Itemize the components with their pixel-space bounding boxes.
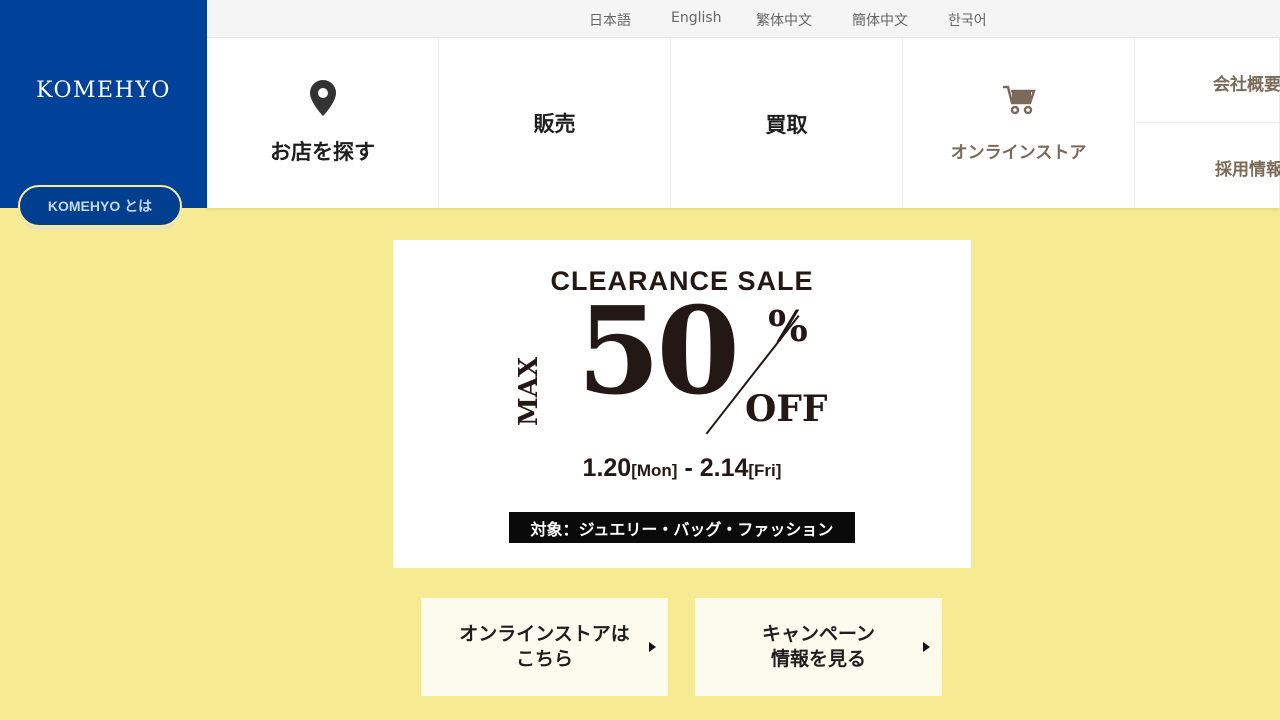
nav-sell-label: 販売 [533, 112, 576, 136]
lang-english[interactable]: English [671, 10, 722, 26]
nav-buy[interactable]: 買取 [671, 38, 903, 208]
cart-icon [1003, 85, 1036, 115]
banner-max-label: MAX [514, 356, 544, 426]
nav-recruit-label: 採用情報 [1215, 160, 1280, 180]
nav-find-store[interactable]: お店を探す [207, 38, 439, 208]
banner-target-label: 対象：ジュエリー・バッグ・ファッション [509, 512, 855, 543]
map-pin-icon [310, 80, 336, 116]
online-store-cta-button[interactable]: オンラインストアは こちら [421, 598, 668, 696]
banner-date-range: 1.20[Mon] - 2.14[Fri] [393, 454, 971, 483]
brand-block: KOMEHYO [0, 0, 207, 208]
arrow-right-icon [923, 642, 930, 652]
campaign-info-cta-label: キャンペーン 情報を見る [761, 623, 876, 670]
main-nav: お店を探す 販売 買取 オンラインストア 会社概要 採用情報 [207, 38, 1280, 208]
nav-sell[interactable]: 販売 [439, 38, 671, 208]
campaign-info-cta-button[interactable]: キャンペーン 情報を見る [695, 598, 942, 696]
lang-traditional-chinese[interactable]: 繁体中文 [756, 10, 812, 30]
nav-find-store-label: お店を探す [270, 140, 375, 164]
lang-japanese[interactable]: 日本語 [589, 10, 631, 30]
nav-buy-label: 買取 [765, 113, 808, 137]
site-logo[interactable]: KOMEHYO [0, 78, 207, 103]
clearance-sale-banner[interactable]: CLEARANCE SALE MAX 50 % OFF 1.20[Mon] - … [393, 240, 971, 568]
language-bar: 日本語 English 繁体中文 簡体中文 한국어 [207, 0, 1280, 38]
banner-date-separator: - [684, 454, 693, 482]
arrow-right-icon [649, 642, 656, 652]
nav-company[interactable]: 会社概要 [1135, 38, 1280, 123]
banner-percent-value: 50 [577, 281, 740, 422]
about-komehyo-button[interactable]: KOMEHYO とは [18, 185, 182, 227]
nav-online-store[interactable]: オンラインストア [903, 38, 1135, 208]
banner-percent-sign: % [768, 302, 808, 351]
lang-simplified-chinese[interactable]: 簡体中文 [852, 10, 908, 30]
banner-date-start-day: [Mon] [631, 461, 678, 480]
banner-off-label: OFF [745, 388, 828, 430]
banner-date-end-day: [Fri] [748, 461, 782, 480]
lang-korean[interactable]: 한국어 [948, 10, 987, 30]
banner-date-end: 2.14 [699, 454, 749, 482]
banner-date-start: 1.20 [582, 454, 632, 482]
nav-recruit[interactable]: 採用情報 [1135, 123, 1280, 208]
nav-company-label: 会社概要 [1213, 75, 1280, 95]
online-store-cta-label: オンラインストアは こちら [459, 623, 630, 670]
nav-online-store-label: オンラインストア [950, 143, 1087, 163]
